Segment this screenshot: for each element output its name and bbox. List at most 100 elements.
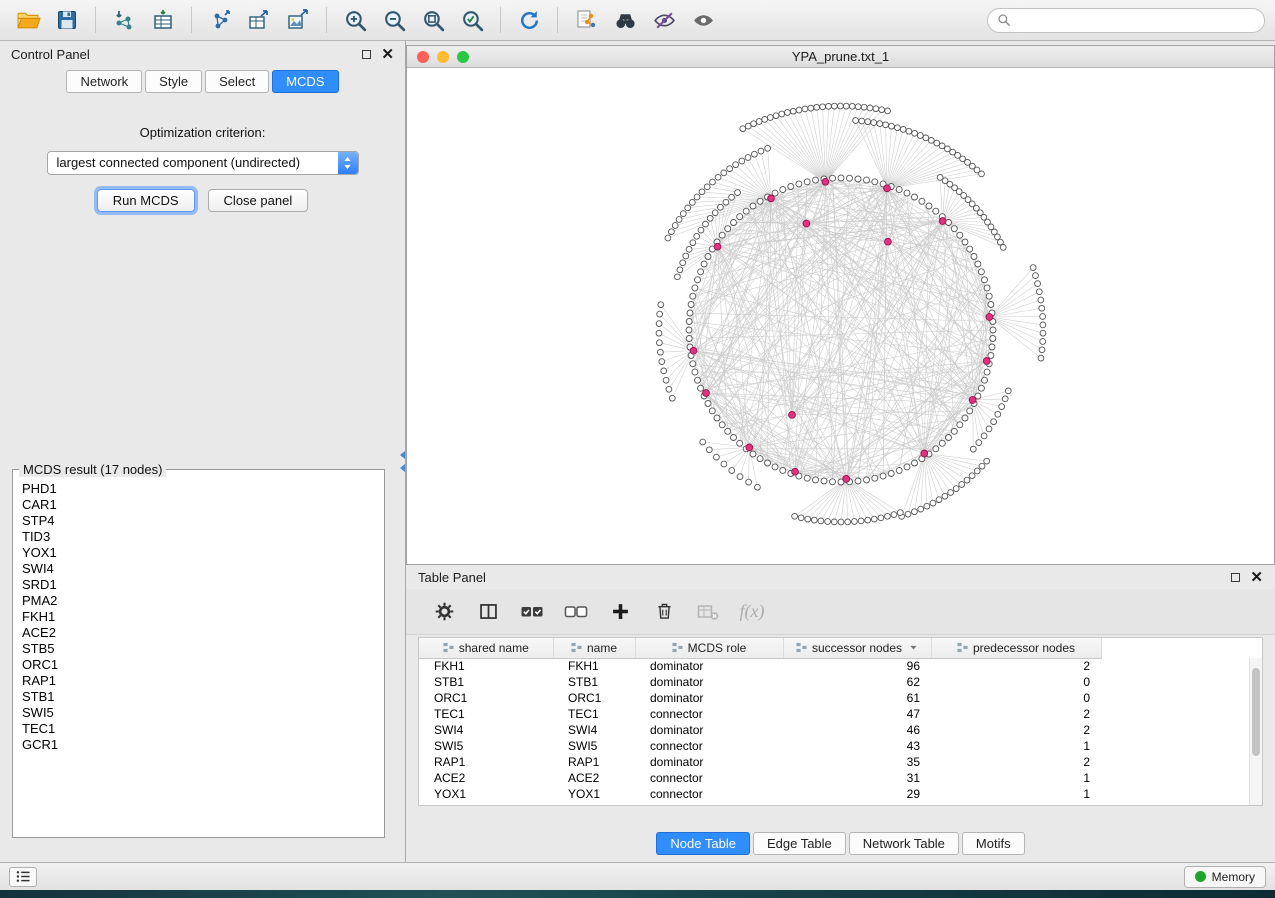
find-button[interactable]: [607, 4, 643, 36]
select-all-button[interactable]: [518, 597, 546, 627]
tab-edge-table[interactable]: Edge Table: [753, 832, 846, 855]
mcds-result-item[interactable]: GCR1: [22, 737, 384, 753]
cell-name[interactable]: RAP1: [553, 754, 635, 770]
deselect-all-button[interactable]: [562, 597, 590, 627]
window-minimize-button[interactable]: [437, 51, 449, 63]
cell-shared_name[interactable]: STB1: [419, 674, 553, 690]
float-table-panel-icon[interactable]: [1231, 573, 1240, 582]
table-row[interactable]: YOX1YOX1connector291: [419, 786, 1249, 802]
table-row[interactable]: SWI4SWI4dominator462: [419, 722, 1249, 738]
cell-successor_nodes[interactable]: 29: [783, 786, 931, 802]
status-menu-button[interactable]: [9, 867, 37, 887]
cell-shared_name[interactable]: RAP1: [419, 754, 553, 770]
cell-successor_nodes[interactable]: 61: [783, 690, 931, 706]
cell-predecessor_nodes[interactable]: 1: [931, 738, 1101, 754]
cell-name[interactable]: TEC1: [553, 706, 635, 722]
cell-name[interactable]: YOX1: [553, 786, 635, 802]
mcds-result-item[interactable]: PHD1: [22, 481, 384, 497]
close-panel-icon[interactable]: ✕: [381, 47, 394, 62]
cell-predecessor_nodes[interactable]: 2: [931, 658, 1101, 674]
import-table-button[interactable]: [145, 4, 181, 36]
cell-successor_nodes[interactable]: 35: [783, 754, 931, 770]
network-graph-svg[interactable]: [407, 68, 1274, 564]
column-header-predecessor-nodes[interactable]: predecessor nodes: [931, 638, 1101, 658]
cell-successor_nodes[interactable]: 96: [783, 658, 931, 674]
cell-shared_name[interactable]: SWI4: [419, 722, 553, 738]
cell-mcds_role[interactable]: dominator: [635, 674, 783, 690]
cell-shared_name[interactable]: SWI5: [419, 738, 553, 754]
close-panel-button[interactable]: Close panel: [208, 189, 309, 212]
table-row[interactable]: ACE2ACE2connector311: [419, 770, 1249, 786]
mcds-result-item[interactable]: ACE2: [22, 625, 384, 641]
tab-node-table[interactable]: Node Table: [656, 832, 750, 855]
mcds-result-item[interactable]: FKH1: [22, 609, 384, 625]
show-annotations-button[interactable]: [685, 4, 721, 36]
close-table-panel-icon[interactable]: ✕: [1250, 570, 1263, 585]
mcds-result-item[interactable]: SWI5: [22, 705, 384, 721]
table-row[interactable]: SWI5SWI5connector431: [419, 738, 1249, 754]
cell-mcds_role[interactable]: connector: [635, 770, 783, 786]
mcds-result-item[interactable]: TEC1: [22, 721, 384, 737]
cell-name[interactable]: PHD1: [553, 802, 635, 806]
column-header-successor-nodes[interactable]: successor nodes: [783, 638, 931, 658]
cell-shared_name[interactable]: PHD1: [419, 802, 553, 806]
table-row[interactable]: FKH1FKH1dominator962: [419, 658, 1249, 674]
mcds-result-item[interactable]: YOX1: [22, 545, 384, 561]
table-row[interactable]: RAP1RAP1dominator352: [419, 754, 1249, 770]
tab-network[interactable]: Network: [66, 70, 142, 93]
cell-shared_name[interactable]: ACE2: [419, 770, 553, 786]
cell-successor_nodes[interactable]: 47: [783, 706, 931, 722]
cell-mcds_role[interactable]: dominator: [635, 658, 783, 674]
export-table-button[interactable]: [241, 4, 277, 36]
zoom-fit-button[interactable]: [415, 4, 451, 36]
memory-button[interactable]: Memory: [1184, 866, 1266, 888]
mcds-result-item[interactable]: ORC1: [22, 657, 384, 673]
search-input[interactable]: [1017, 13, 1255, 28]
window-maximize-button[interactable]: [457, 51, 469, 63]
mcds-result-item[interactable]: TID3: [22, 529, 384, 545]
cell-successor_nodes[interactable]: 31: [783, 770, 931, 786]
tab-select[interactable]: Select: [205, 70, 269, 93]
tab-motifs[interactable]: Motifs: [962, 832, 1025, 855]
column-header-shared-name[interactable]: shared name: [419, 638, 553, 658]
cell-name[interactable]: SWI4: [553, 722, 635, 738]
tab-mcds[interactable]: MCDS: [272, 70, 338, 93]
network-canvas[interactable]: [407, 68, 1274, 564]
table-row[interactable]: ORC1ORC1dominator610: [419, 690, 1249, 706]
zoom-selected-button[interactable]: [454, 4, 490, 36]
cell-predecessor_nodes[interactable]: 2: [931, 722, 1101, 738]
mcds-result-item[interactable]: CAR1: [22, 497, 384, 513]
tab-style[interactable]: Style: [145, 70, 202, 93]
cell-predecessor_nodes[interactable]: 0: [931, 690, 1101, 706]
mcds-result-item[interactable]: STP4: [22, 513, 384, 529]
table-settings-button[interactable]: [430, 597, 458, 627]
cell-shared_name[interactable]: FKH1: [419, 658, 553, 674]
cell-mcds_role[interactable]: dominator: [635, 690, 783, 706]
save-session-button[interactable]: [49, 4, 85, 36]
mcds-result-item[interactable]: STB1: [22, 689, 384, 705]
cell-mcds_role[interactable]: connector: [635, 786, 783, 802]
cell-predecessor_nodes[interactable]: 2: [931, 706, 1101, 722]
toolbar-search[interactable]: [987, 8, 1265, 33]
cell-mcds_role[interactable]: dominator: [635, 802, 783, 806]
optimization-criterion-dropdown[interactable]: largest connected component (undirected): [47, 151, 359, 175]
add-row-button[interactable]: [606, 597, 634, 627]
cell-predecessor_nodes[interactable]: 2: [931, 754, 1101, 770]
cell-shared_name[interactable]: ORC1: [419, 690, 553, 706]
mcds-result-item[interactable]: RAP1: [22, 673, 384, 689]
column-header-name[interactable]: name: [553, 638, 635, 658]
mcds-result-item[interactable]: PMA2: [22, 593, 384, 609]
mcds-result-item[interactable]: SWI4: [22, 561, 384, 577]
cell-shared_name[interactable]: TEC1: [419, 706, 553, 722]
open-session-button[interactable]: [10, 4, 46, 36]
cell-successor_nodes[interactable]: 43: [783, 738, 931, 754]
refresh-layout-button[interactable]: [511, 4, 547, 36]
window-close-button[interactable]: [417, 51, 429, 63]
cell-name[interactable]: ACE2: [553, 770, 635, 786]
mcds-result-item[interactable]: STB5: [22, 641, 384, 657]
cell-predecessor_nodes[interactable]: 0: [931, 674, 1101, 690]
table-row[interactable]: TEC1TEC1connector472: [419, 706, 1249, 722]
network-overview-button[interactable]: [568, 4, 604, 36]
table-row[interactable]: PHD1PHD1dominator180: [419, 802, 1249, 806]
cell-shared_name[interactable]: YOX1: [419, 786, 553, 802]
